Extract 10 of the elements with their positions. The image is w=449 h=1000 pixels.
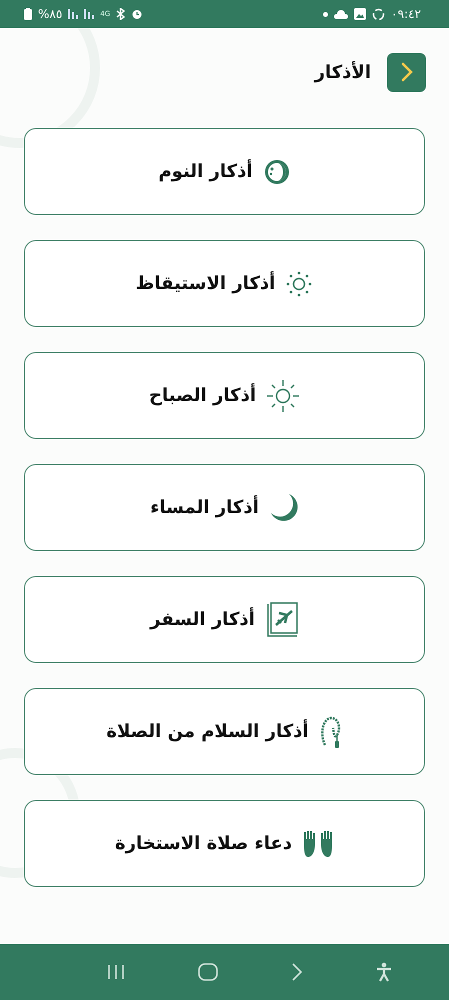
category-card[interactable]: أذكار السفر <box>24 576 425 663</box>
battery-percent: %٨٥ <box>38 7 62 21</box>
clock-time: ٠٩:٤٢ <box>391 7 421 21</box>
category-card[interactable]: أذكار الاستيقاظ <box>24 240 425 327</box>
category-card[interactable]: أذكار الصباح <box>24 352 425 439</box>
category-card[interactable]: دعاء صلاة الاستخارة <box>24 800 425 887</box>
page-title: الأذكار <box>314 62 371 82</box>
category-card[interactable]: أذكار المساء <box>24 464 425 551</box>
category-card[interactable]: أذكار النوم <box>24 128 425 215</box>
category-card[interactable]: أذكار السلام من الصلاة <box>24 688 425 775</box>
